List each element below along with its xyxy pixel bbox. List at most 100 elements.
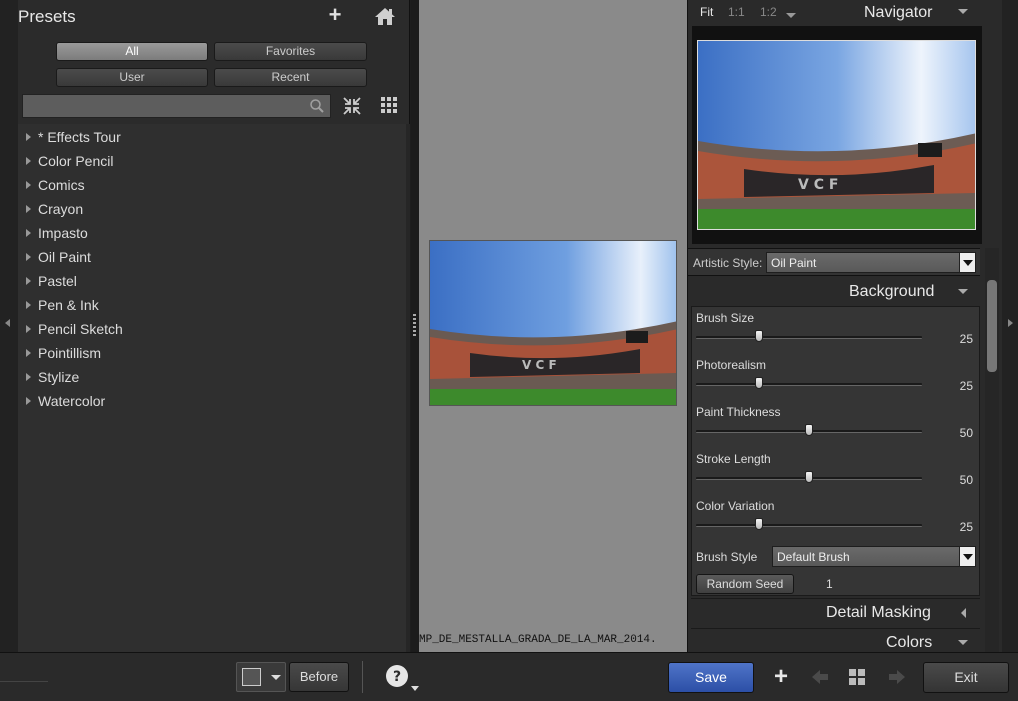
help-icon[interactable]: ? <box>384 662 424 694</box>
splitter-grip-icon[interactable] <box>413 314 416 336</box>
color-variation-slider: Color Variation 25 <box>696 499 973 534</box>
zoom-1-2-button[interactable]: 1:2 <box>760 5 777 19</box>
zoom-menu-icon[interactable] <box>786 13 796 18</box>
expand-arrow-icon[interactable] <box>26 157 31 165</box>
slider-track[interactable] <box>696 336 922 339</box>
single-view-icon <box>242 668 261 686</box>
before-button[interactable]: Before <box>289 662 349 692</box>
expand-arrow-icon[interactable] <box>26 373 31 381</box>
zoom-fit-button[interactable]: Fit <box>700 5 713 19</box>
image-filename: MP_DE_MESTALLA_GRADA_DE_LA_MAR_2014. <box>419 634 657 646</box>
slider-knob[interactable] <box>755 518 764 530</box>
detail-masking-title: Detail Masking <box>826 604 931 621</box>
filter-user-button[interactable]: User <box>56 68 208 87</box>
scrollbar-thumb[interactable] <box>987 280 997 372</box>
preset-category-item[interactable]: Oil Paint <box>18 246 398 268</box>
settings-scrollbar[interactable] <box>985 248 999 652</box>
stadium-image: V C F <box>430 241 676 405</box>
collapse-all-icon[interactable] <box>342 96 362 116</box>
detail-masking-section-header[interactable]: Detail Masking <box>691 598 980 626</box>
background-collapse-icon[interactable] <box>958 289 968 294</box>
navigator-collapse-icon[interactable] <box>958 9 968 14</box>
slider-knob[interactable] <box>755 377 764 389</box>
expand-arrow-icon[interactable] <box>26 301 31 309</box>
preset-search-field[interactable] <box>22 94 331 118</box>
slider-knob[interactable] <box>805 424 813 436</box>
random-seed-button[interactable]: Random Seed <box>696 574 794 594</box>
preset-list-scrollbar[interactable] <box>406 124 410 652</box>
brush-size-slider: Brush Size 25 <box>696 311 973 346</box>
expand-arrow-icon[interactable] <box>26 277 31 285</box>
grid-icon[interactable] <box>848 668 866 686</box>
home-icon[interactable] <box>374 6 396 26</box>
settings-panel: Fit 1:1 1:2 Navigator V C F Artistic Sty… <box>687 0 1002 652</box>
preset-category-item[interactable]: Crayon <box>18 198 398 220</box>
artistic-style-select[interactable]: Oil Paint <box>766 252 976 273</box>
zoom-1-1-button[interactable]: 1:1 <box>728 5 745 19</box>
filter-favorites-button[interactable]: Favorites <box>214 42 367 61</box>
panel-splitter[interactable] <box>411 0 419 652</box>
slider-track[interactable] <box>696 524 922 527</box>
background-settings: Brush Size 25 Photorealism 25 Paint Thic… <box>691 306 980 596</box>
left-panel-collapse-strip[interactable] <box>0 0 18 652</box>
filter-all-button[interactable]: All <box>56 42 208 61</box>
preset-category-item[interactable]: Impasto <box>18 222 398 244</box>
svg-text:?: ? <box>393 669 401 685</box>
add-preset-icon[interactable]: + <box>325 4 345 26</box>
preset-category-item[interactable]: Pastel <box>18 270 398 292</box>
slider-knob[interactable] <box>755 330 764 342</box>
expand-arrow-icon[interactable] <box>26 133 31 141</box>
next-arrow-icon[interactable] <box>887 667 907 687</box>
dropdown-arrow-icon[interactable] <box>959 547 975 566</box>
expand-arrow-icon[interactable] <box>26 325 31 333</box>
bottom-toolbar: Before ? Save + Exit <box>0 652 1018 701</box>
expand-arrow-icon[interactable] <box>26 253 31 261</box>
toolbar-divider <box>362 661 363 693</box>
presets-title: Presets <box>18 7 76 26</box>
expand-arrow-icon[interactable] <box>26 181 31 189</box>
navigator-header: Fit 1:1 1:2 Navigator <box>688 0 1003 26</box>
preset-category-item[interactable]: Stylize <box>18 366 398 388</box>
save-button[interactable]: Save <box>668 662 754 693</box>
colors-section-header[interactable]: Colors <box>691 628 980 652</box>
right-panel-collapse-strip[interactable] <box>1002 0 1018 652</box>
artistic-style-label: Artistic Style: <box>693 256 763 270</box>
grid-view-icon[interactable] <box>380 96 398 114</box>
toolbar-divider <box>0 681 48 682</box>
slider-knob[interactable] <box>805 471 813 483</box>
expand-arrow-icon[interactable] <box>26 205 31 213</box>
preset-search-input[interactable] <box>27 98 297 114</box>
preset-category-item[interactable]: Color Pencil <box>18 150 398 172</box>
collapse-right-icon[interactable] <box>1008 319 1013 327</box>
random-seed-value: 1 <box>826 577 833 591</box>
expand-arrow-icon[interactable] <box>26 349 31 357</box>
preset-category-item[interactable]: Comics <box>18 174 398 196</box>
filter-recent-button[interactable]: Recent <box>214 68 367 87</box>
presets-panel: Presets + All Favorites User Recent * Ef… <box>0 0 410 652</box>
expand-arrow-icon[interactable] <box>26 229 31 237</box>
navigator-thumbnail[interactable]: V C F <box>697 40 976 230</box>
preset-category-item[interactable]: * Effects Tour <box>18 126 398 148</box>
image-preview[interactable]: V C F <box>429 240 677 406</box>
dropdown-arrow-icon[interactable] <box>959 253 975 272</box>
previous-arrow-icon[interactable] <box>810 667 830 687</box>
brush-style-select[interactable]: Default Brush <box>772 546 976 567</box>
preset-category-list: * Effects Tour Color Pencil Comics Crayo… <box>18 124 406 652</box>
view-mode-button[interactable] <box>236 662 286 692</box>
presets-header: Presets + <box>18 0 410 34</box>
expand-arrow-icon[interactable] <box>26 397 31 405</box>
add-icon[interactable]: + <box>771 665 791 689</box>
background-section-header[interactable]: Background <box>688 278 980 306</box>
slider-track[interactable] <box>696 383 922 386</box>
exit-button[interactable]: Exit <box>923 662 1009 693</box>
detail-masking-expand-icon[interactable] <box>961 608 966 618</box>
navigator-title: Navigator <box>864 4 933 21</box>
collapse-left-icon[interactable] <box>5 319 10 327</box>
preset-category-item[interactable]: Watercolor <box>18 390 398 412</box>
chevron-down-icon[interactable] <box>271 675 281 680</box>
preset-category-item[interactable]: Pen & Ink <box>18 294 398 316</box>
colors-collapse-icon[interactable] <box>958 640 968 645</box>
preset-category-item[interactable]: Pointillism <box>18 342 398 364</box>
search-icon <box>310 99 324 113</box>
preset-category-item[interactable]: Pencil Sketch <box>18 318 398 340</box>
